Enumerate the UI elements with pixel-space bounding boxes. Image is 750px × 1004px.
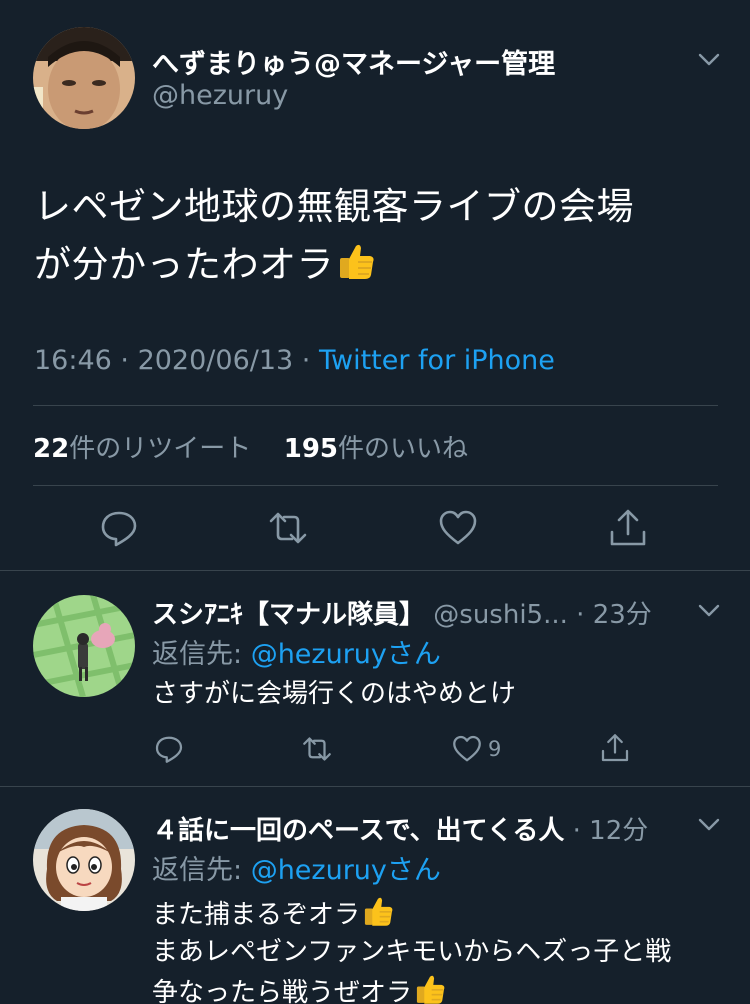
display-name[interactable]: スシｱﾆｷ【マナル隊員】: [152, 600, 425, 630]
replying-label: 返信先:: [152, 639, 251, 670]
mention-link[interactable]: @hezuruyさん: [251, 639, 441, 670]
like-label: 件のいいね: [338, 434, 469, 464]
tweet-source-link[interactable]: Twitter for iPhone: [319, 345, 555, 376]
display-name[interactable]: へずまりゅう@マネージャー管理: [152, 42, 555, 81]
meta-separator: ·: [567, 600, 593, 630]
tweet-text: レペゼン地球の無観客ライブの会場 が分かったわオラ: [34, 178, 724, 294]
tweet-date: 2020/06/13: [137, 345, 294, 376]
display-name[interactable]: ４話に一回のペースで、出てくる人: [152, 816, 564, 846]
divider: [33, 405, 718, 406]
divider: [33, 485, 718, 486]
tweet-detail-page: へずまりゅう@マネージャー管理 @hezuruy レペゼン地球の無観客ライブの会…: [0, 0, 750, 1004]
likes-stat[interactable]: 195件のいいね: [284, 434, 468, 464]
meta-separator: ·: [564, 816, 590, 846]
like-count: 195: [283, 434, 339, 464]
avatar[interactable]: [33, 595, 135, 697]
share-icon[interactable]: [600, 733, 630, 763]
tweet-time: 12分: [589, 816, 649, 846]
tweet-stats: 22件のリツイート 195件のいいね: [33, 428, 468, 465]
tweet-text-line: また捕まるぞオラ: [152, 893, 671, 933]
thumbs-up-icon: [364, 897, 393, 926]
tweet-meta: 16:46 · 2020/06/13 · Twitter for iPhone: [34, 345, 555, 376]
meta-separator: ·: [301, 345, 319, 376]
tweet-time: 23分: [592, 600, 652, 630]
like-heart-icon[interactable]: [452, 734, 482, 764]
reply-tweet[interactable]: ４話に一回のペースで、出てくる人 · 12分 返信先: @hezuruyさん ま…: [0, 787, 750, 1004]
tweet-text-line-part: また捕まるぞオラ: [152, 900, 361, 930]
chevron-down-icon[interactable]: [696, 811, 722, 837]
tweet-text-line: レペゼン地球の無観客ライブの会場: [34, 185, 634, 228]
tweet-text-line: が分かったわオラ: [34, 236, 724, 294]
user-handle[interactable]: @sushi5...: [433, 600, 568, 630]
reply-icon[interactable]: [154, 734, 184, 764]
chevron-down-icon[interactable]: [696, 597, 722, 623]
tweet-text: また捕まるぞオラ まあレペゼンファンキモいからヘズっ子と戦 争なったら戦うぜオラ: [152, 893, 671, 1004]
avatar[interactable]: [33, 27, 135, 129]
replying-label: 返信先:: [152, 855, 251, 886]
retweet-count: 22: [33, 434, 70, 464]
tweet-text-line: まあレペゼンファンキモいからヘズっ子と戦: [152, 937, 672, 967]
like-count: 9: [488, 737, 502, 761]
retweet-icon[interactable]: [268, 508, 308, 548]
mention-link[interactable]: @hezuruyさん: [251, 855, 441, 886]
reply-header: スシｱﾆｷ【マナル隊員】 @sushi5... · 23分: [152, 594, 652, 631]
tweet-text-line: さすがに会場行くのはやめとけ: [152, 679, 517, 709]
thumbs-up-icon: [340, 244, 374, 279]
tweet-text: さすがに会場行くのはやめとけ: [152, 675, 516, 713]
replying-to: 返信先: @hezuruyさん: [152, 632, 441, 671]
retweet-label: 件のリツイート: [69, 434, 252, 464]
replying-to: 返信先: @hezuruyさん: [152, 848, 441, 887]
reply-tweet[interactable]: スシｱﾆｷ【マナル隊員】 @sushi5... · 23分 返信先: @hezu…: [0, 571, 750, 785]
share-icon[interactable]: [608, 508, 648, 548]
meta-separator: ·: [120, 345, 138, 376]
retweet-icon[interactable]: [302, 734, 332, 764]
main-tweet: へずまりゅう@マネージャー管理 @hezuruy レペゼン地球の無観客ライブの会…: [0, 0, 750, 568]
reply-icon[interactable]: [99, 508, 139, 548]
like-heart-icon[interactable]: [438, 508, 478, 548]
avatar[interactable]: [33, 809, 135, 911]
user-handle[interactable]: @hezuruy: [152, 80, 288, 111]
reply-header: ４話に一回のペースで、出てくる人 · 12分: [152, 810, 648, 847]
tweet-text-line-part: が分かったわオラ: [34, 243, 334, 286]
chevron-down-icon[interactable]: [696, 46, 722, 72]
tweet-time: 16:46: [34, 345, 112, 376]
tweet-text-line: 争なったら戦うぜオラ: [152, 971, 671, 1004]
retweets-stat[interactable]: 22件のリツイート: [33, 434, 251, 464]
tweet-text-line-part: 争なったら戦うぜオラ: [152, 978, 413, 1004]
thumbs-up-icon: [416, 975, 445, 1004]
